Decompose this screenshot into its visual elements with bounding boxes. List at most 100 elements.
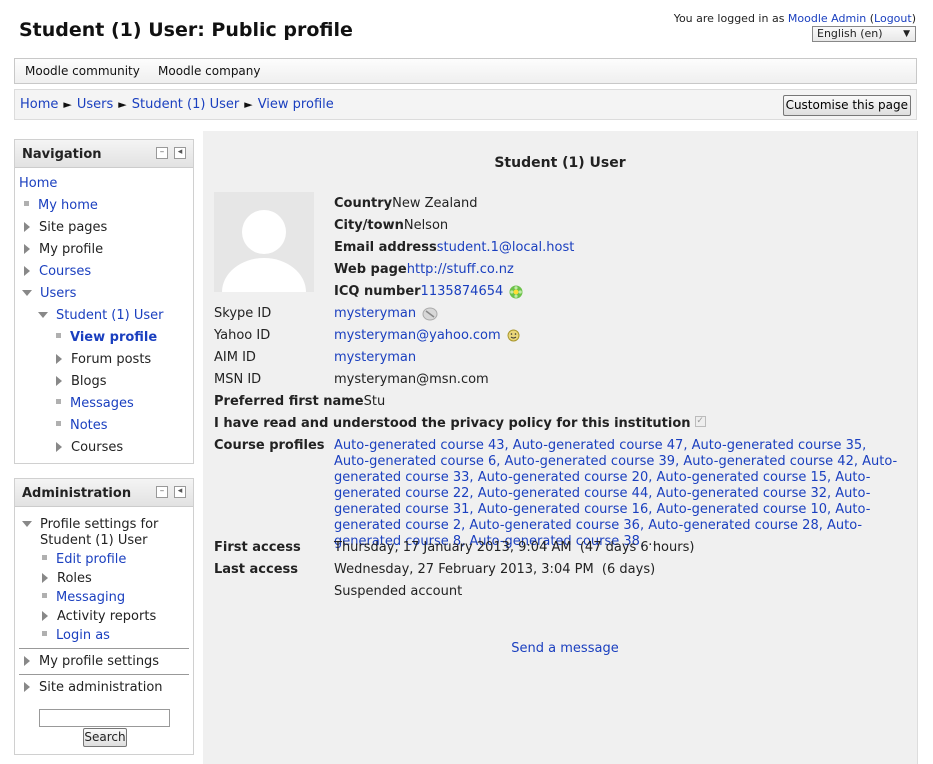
admin-roles[interactable]: Roles	[42, 571, 92, 586]
logout-link[interactable]: Logout	[874, 12, 912, 25]
collapse-icon[interactable]: –	[156, 147, 168, 159]
administration-block-header: Administration – ◂	[15, 479, 193, 507]
webpage-label: Web page	[334, 262, 407, 277]
webpage-link[interactable]: http://stuff.co.nz	[407, 262, 514, 277]
administration-block-title: Administration	[22, 486, 132, 501]
course-profile-link[interactable]: Auto-generated course 32	[656, 486, 827, 501]
course-profile-link[interactable]: Auto-generated course 10	[656, 502, 827, 517]
expand-arrow-icon	[24, 655, 30, 666]
nav-user-courses[interactable]: Courses	[56, 440, 123, 455]
nav-messages[interactable]: Messages	[56, 396, 134, 411]
nav-users-label[interactable]: Users	[40, 286, 76, 301]
admin-site-administration-label: Site administration	[39, 680, 163, 695]
nav-student-user[interactable]: Student (1) User	[38, 308, 164, 323]
admin-login-as-label[interactable]: Login as	[56, 628, 110, 643]
course-profile-link[interactable]: Auto-generated course 36	[469, 518, 640, 533]
page-right-border	[917, 131, 918, 764]
expand-arrow-icon	[24, 243, 30, 254]
aim-link[interactable]: mysteryman	[334, 350, 416, 365]
nav-blogs[interactable]: Blogs	[56, 374, 107, 389]
admin-search-button[interactable]: Search	[83, 728, 127, 747]
course-profile-link[interactable]: Auto-generated course 43	[334, 438, 505, 453]
last-access-value: Wednesday, 27 February 2013, 3:04 PM (6 …	[334, 562, 656, 577]
profile-fullname: Student (1) User	[494, 155, 626, 171]
nav-messages-label[interactable]: Messages	[70, 396, 134, 411]
nav-notes[interactable]: Notes	[56, 418, 108, 433]
dock-icon[interactable]: ◂	[174, 486, 186, 498]
field-email: Email addressstudent.1@local.host	[334, 240, 574, 255]
collapse-arrow-icon	[22, 520, 32, 527]
city-value: Nelson	[403, 218, 449, 233]
breadcrumb-users[interactable]: Users	[77, 97, 113, 112]
nav-notes-label[interactable]: Notes	[70, 418, 108, 433]
admin-messaging[interactable]: Messaging	[42, 590, 125, 605]
dock-icon[interactable]: ◂	[174, 147, 186, 159]
yahoo-link[interactable]: mysteryman@yahoo.com	[334, 328, 501, 343]
collapse-icon[interactable]: –	[156, 486, 168, 498]
nav-user-courses-label: Courses	[71, 440, 124, 455]
yahoo-label: Yahoo ID	[214, 328, 271, 343]
expand-arrow-icon	[24, 221, 30, 232]
admin-my-profile-settings[interactable]: My profile settings	[24, 654, 159, 669]
country-label: Country	[334, 196, 393, 211]
email-link[interactable]: student.1@local.host	[437, 240, 575, 255]
course-profile-link[interactable]: Auto-generated course 35	[692, 438, 863, 453]
expand-arrow-icon	[24, 681, 30, 692]
nav-site-pages[interactable]: Site pages	[24, 220, 107, 235]
privacy-label: I have read and understood the privacy p…	[214, 416, 691, 431]
language-select[interactable]: English (en) ▼	[812, 26, 916, 42]
nav-student-user-label[interactable]: Student (1) User	[56, 308, 164, 323]
breadcrumb-student-user[interactable]: Student (1) User	[132, 97, 240, 112]
nav-my-profile[interactable]: My profile	[24, 242, 103, 257]
aim-label: AIM ID	[214, 350, 256, 365]
admin-messaging-label[interactable]: Messaging	[56, 590, 125, 605]
nav-forum-posts[interactable]: Forum posts	[56, 352, 151, 367]
nav-courses[interactable]: Courses	[24, 264, 91, 279]
admin-activity-reports[interactable]: Activity reports	[42, 609, 156, 624]
icq-link[interactable]: 1135874654	[421, 284, 504, 299]
course-profile-link[interactable]: Auto-generated course 28	[648, 518, 819, 533]
menu-item-moodle-community[interactable]: Moodle community	[25, 64, 140, 78]
logged-in-user-link[interactable]: Moodle Admin	[788, 12, 866, 25]
nav-users[interactable]: Users	[22, 286, 76, 301]
customise-page-button[interactable]: Customise this page	[782, 95, 911, 116]
course-profile-link[interactable]: Auto-generated course 44	[478, 486, 649, 501]
admin-edit-profile[interactable]: Edit profile	[42, 552, 126, 567]
menu-item-moodle-company[interactable]: Moodle company	[158, 64, 261, 78]
admin-profile-settings-line2: Student (1) User	[40, 533, 148, 548]
avatar-placeholder-icon	[214, 192, 314, 292]
bullet-icon	[56, 421, 61, 426]
nav-my-home-label[interactable]: My home	[38, 198, 98, 213]
course-profile-link[interactable]: Auto-generated course 20	[478, 470, 649, 485]
breadcrumb-view-profile[interactable]: View profile	[258, 97, 334, 112]
admin-profile-settings[interactable]: Profile settings for	[22, 517, 158, 532]
admin-site-administration[interactable]: Site administration	[24, 680, 163, 695]
send-message-link[interactable]: Send a message	[511, 641, 618, 656]
skype-status-icon	[422, 307, 438, 320]
admin-divider	[19, 648, 189, 649]
breadcrumb: Home ► Users ► Student (1) User ► View profile	[20, 97, 334, 112]
nav-home[interactable]: Home	[19, 176, 57, 191]
admin-edit-profile-label[interactable]: Edit profile	[56, 552, 126, 567]
nav-view-profile[interactable]: View profile	[56, 330, 157, 345]
admin-my-profile-settings-label: My profile settings	[39, 654, 160, 669]
field-privacy: I have read and understood the privacy p…	[214, 416, 706, 431]
admin-login-as[interactable]: Login as	[42, 628, 110, 643]
breadcrumb-home[interactable]: Home	[20, 97, 58, 112]
course-profile-link[interactable]: Auto-generated course 15	[656, 470, 827, 485]
skype-link[interactable]: mysteryman	[334, 306, 416, 321]
nav-view-profile-label[interactable]: View profile	[70, 330, 157, 345]
course-profile-link[interactable]: Auto-generated course 39	[505, 454, 676, 469]
course-profile-link[interactable]: Auto-generated course 16	[478, 502, 649, 517]
bullet-icon	[56, 333, 61, 338]
custom-menu-bar: Moodle community Moodle company	[14, 58, 917, 84]
chevron-down-icon: ▼	[903, 29, 910, 39]
nav-courses-label[interactable]: Courses	[39, 264, 91, 279]
course-profile-link[interactable]: Auto-generated course 47	[513, 438, 684, 453]
nav-my-home[interactable]: My home	[24, 198, 98, 213]
last-access-label: Last access	[214, 562, 298, 577]
course-profile-link[interactable]: Auto-generated course 42	[683, 454, 854, 469]
course-profile-link[interactable]: Auto-generated course 6	[334, 454, 496, 469]
admin-search-input[interactable]	[39, 709, 170, 727]
nav-site-pages-label: Site pages	[39, 220, 108, 235]
